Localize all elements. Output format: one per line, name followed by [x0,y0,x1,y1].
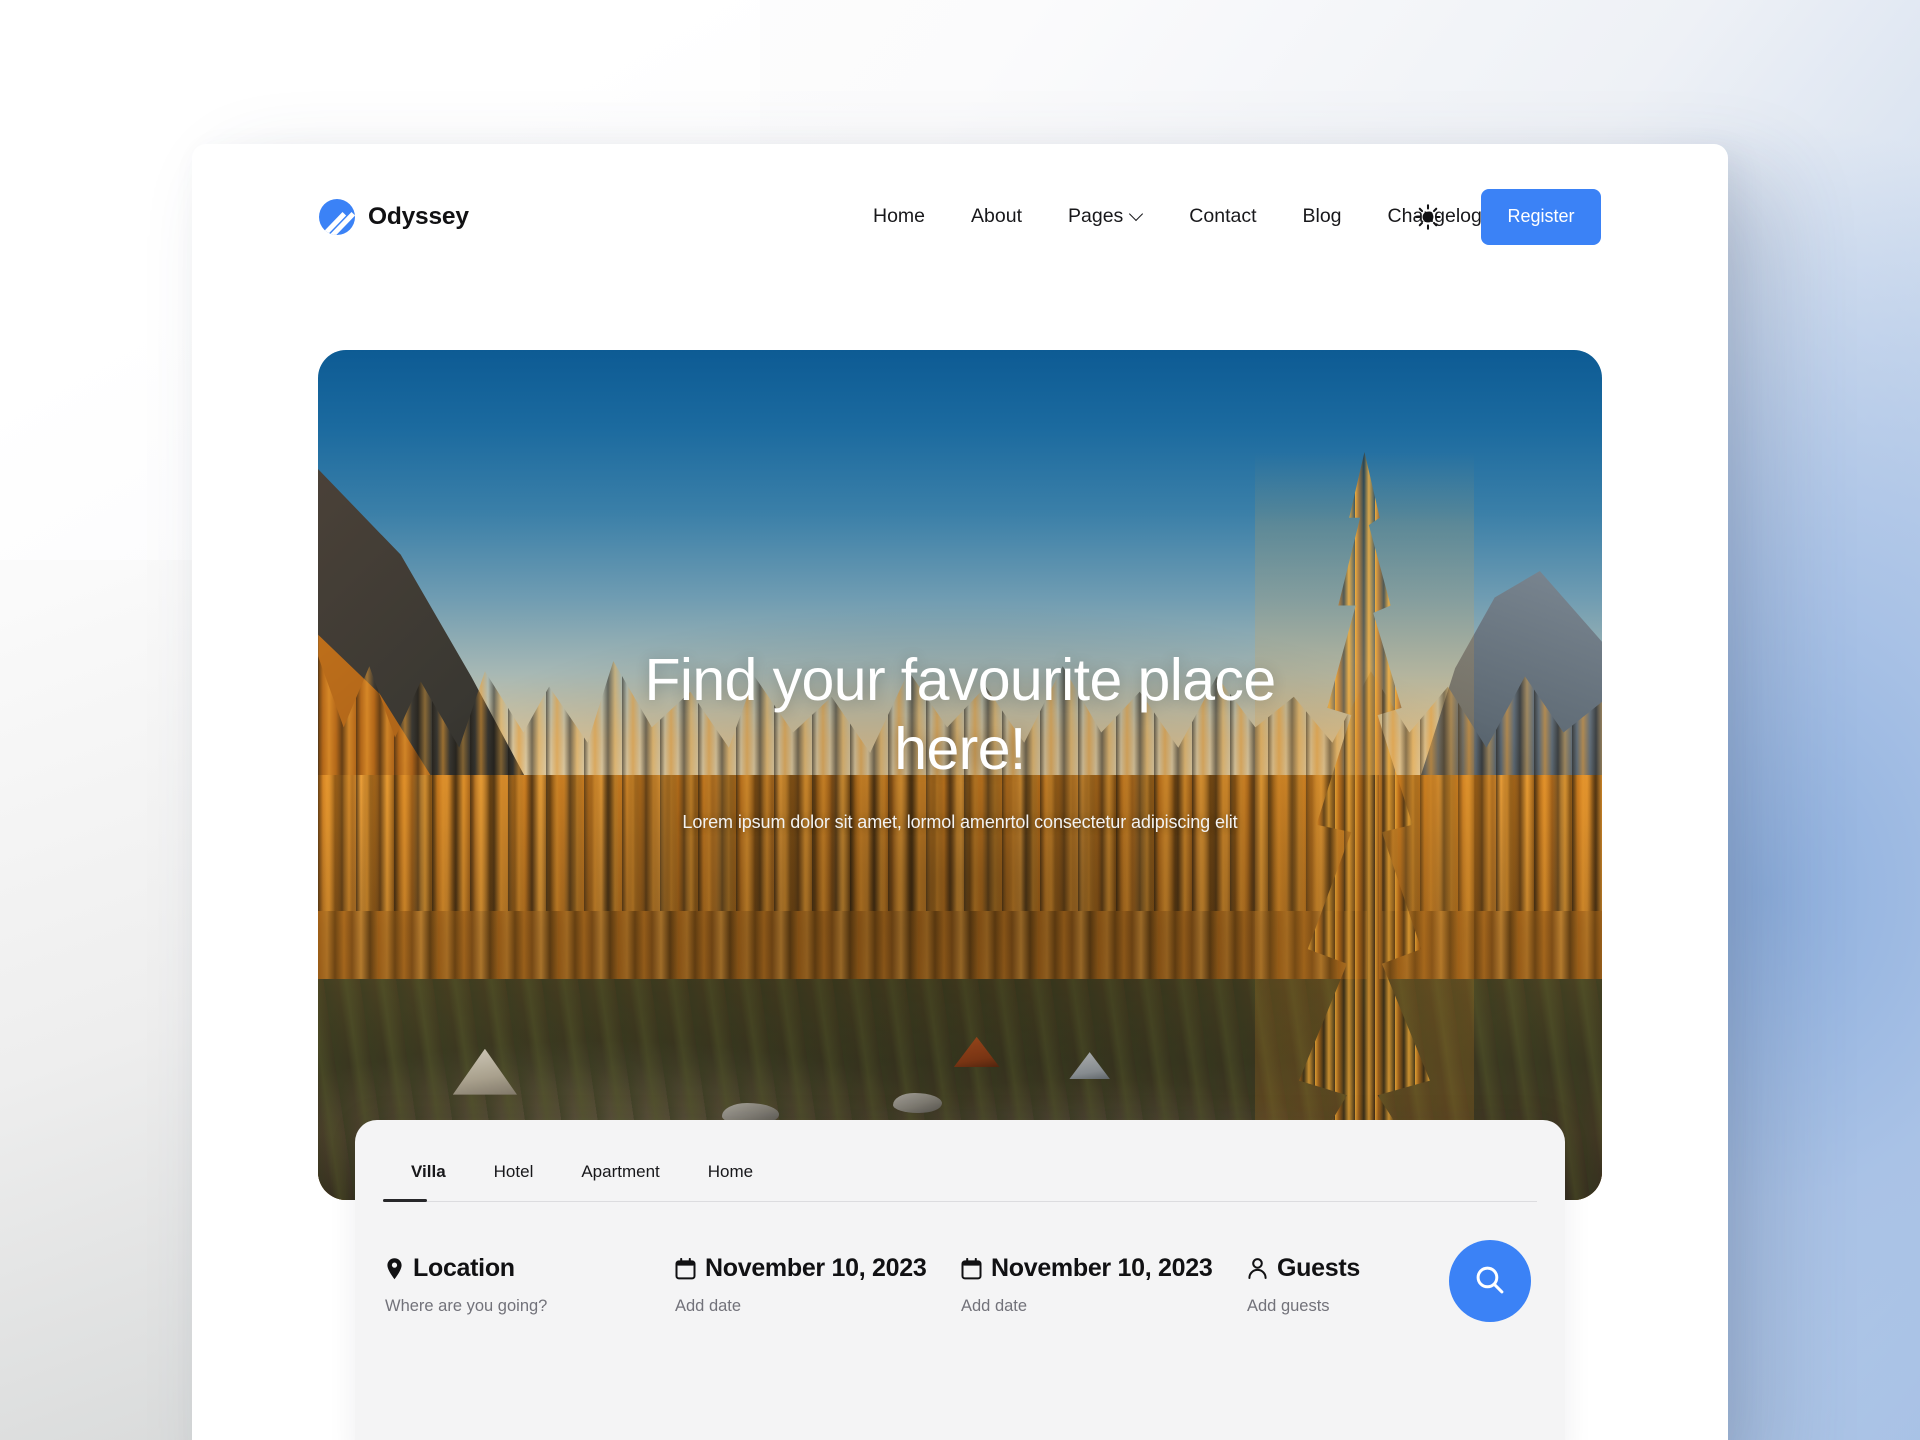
guests-field-placeholder: Add guests [1247,1297,1330,1315]
search-submit-button[interactable] [1449,1240,1531,1322]
checkin-date-field[interactable]: November 10, 2023 Add date [675,1254,961,1316]
chevron-down-icon [1130,208,1143,221]
brand-logo[interactable]: Odyssey [319,198,469,235]
location-field-title: Location [413,1254,515,1282]
hero-copy: Find your favourite place here! Lorem ip… [318,646,1602,833]
nav-link-label: Pages [1068,205,1124,227]
register-button[interactable]: Register [1481,188,1601,245]
hero-banner: Find your favourite place here! Lorem ip… [318,350,1602,1200]
location-field-head: Location [385,1254,675,1283]
location-field[interactable]: Location Where are you going? [385,1254,675,1316]
search-icon [1473,1263,1507,1300]
nav-link-home[interactable]: Home [850,205,948,228]
nav-links: Home About Pages Contact Blog Changelog [850,205,1505,228]
nav-link-label: Home [873,205,926,227]
checkin-field-title: November 10, 2023 [705,1254,927,1282]
guests-field-title: Guests [1277,1254,1360,1282]
brand-name: Odyssey [368,202,469,230]
hero-title: Find your favourite place here! [644,647,1276,783]
tab-villa[interactable]: Villa [411,1162,470,1202]
tab-apartment[interactable]: Apartment [557,1162,683,1202]
odyssey-circle-logo-icon [319,198,355,235]
sun-icon[interactable] [1411,200,1445,234]
tab-hotel[interactable]: Hotel [470,1162,558,1202]
calendar-icon [961,1257,982,1280]
property-type-tabs: Villa Hotel Apartment Home [355,1162,1565,1202]
website-window: Odyssey Home About Pages Contact Blog Ch… [192,144,1728,1440]
navbar-actions: Register [1411,188,1601,245]
boulder [893,1092,942,1114]
navbar: Odyssey Home About Pages Contact Blog Ch… [192,144,1728,289]
guests-field[interactable]: Guests Add guests [1247,1254,1467,1316]
nav-link-label: Contact [1189,205,1257,227]
nav-link-label: About [971,205,1022,227]
nav-link-contact[interactable]: Contact [1166,205,1279,228]
search-panel: Villa Hotel Apartment Home Location Wher… [355,1120,1565,1440]
hero-subtitle: Lorem ipsum dolor sit amet, lormol amenr… [682,812,1238,833]
checkin-field-placeholder: Add date [675,1297,742,1315]
nav-link-pages[interactable]: Pages [1045,205,1166,228]
checkout-field-title: November 10, 2023 [991,1254,1213,1282]
nav-link-about[interactable]: About [948,205,1045,228]
checkout-field-placeholder: Add date [961,1297,1028,1315]
person-icon [1247,1257,1268,1280]
checkin-field-head: November 10, 2023 [675,1254,961,1283]
nav-link-blog[interactable]: Blog [1280,205,1365,228]
checkout-date-field[interactable]: November 10, 2023 Add date [961,1254,1247,1316]
map-pin-icon [385,1257,404,1281]
tab-home[interactable]: Home [684,1162,777,1202]
location-field-placeholder: Where are you going? [385,1297,548,1315]
checkout-field-head: November 10, 2023 [961,1254,1247,1283]
calendar-icon [675,1257,696,1280]
guests-field-head: Guests [1247,1254,1467,1283]
nav-link-label: Blog [1302,205,1342,227]
search-fields: Location Where are you going? November 1… [355,1202,1565,1322]
